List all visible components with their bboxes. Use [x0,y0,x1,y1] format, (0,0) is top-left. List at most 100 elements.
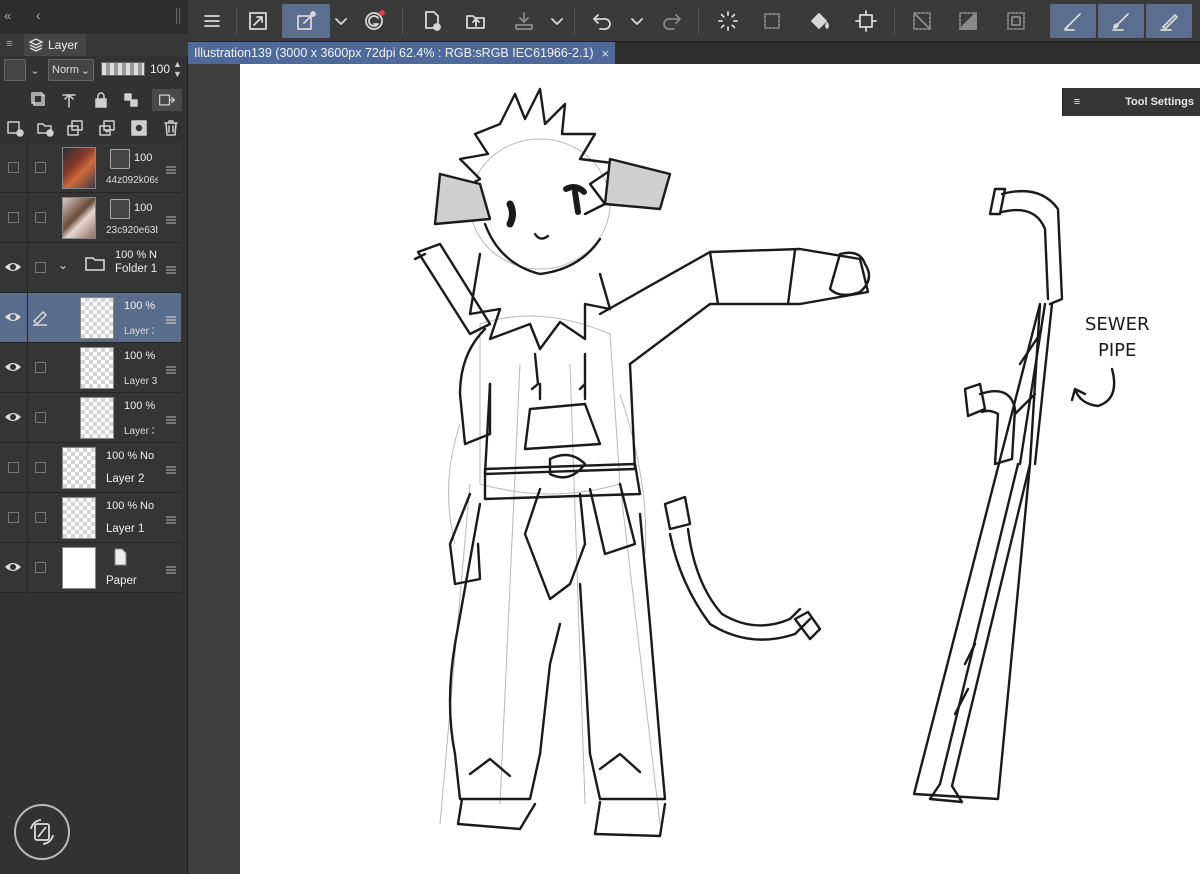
eye-icon[interactable] [4,310,22,324]
pen-tool-icon[interactable] [1050,4,1096,38]
opacity-value[interactable]: 100 [150,62,170,76]
toolbar-divider [574,8,575,34]
tail-pipe [663,495,822,641]
collapse-panel-icon[interactable]: « [4,8,11,23]
edit-target-toggle[interactable] [35,162,46,173]
close-tab-icon[interactable]: × [602,46,610,61]
folder-row[interactable]: ⌄ 100 % N Folder 1 [0,243,181,293]
layer-menu-icon[interactable] [166,512,176,524]
layer-menu-icon[interactable] [166,362,176,374]
visibility-toggle[interactable] [8,212,19,223]
layer-opacity: 100 % [115,249,147,261]
selection-icon[interactable] [754,4,790,38]
chevron-down-icon[interactable] [546,4,568,38]
eye-icon[interactable] [4,360,22,374]
edit-target-toggle[interactable] [35,412,46,423]
tool-settings-panel[interactable]: ≡ Tool Settings [1062,88,1200,116]
tab-layer-label: Layer [48,38,79,52]
lock-icon[interactable] [90,89,112,111]
edit-target-toggle[interactable] [35,212,46,223]
sync-icon [30,819,54,845]
canvas-area[interactable]: SEWER PIPE [188,64,1200,874]
fit-canvas-icon[interactable] [240,4,276,38]
layer-menu-icon[interactable] [166,262,176,274]
chevron-down-icon[interactable] [330,4,352,38]
new-file-icon[interactable] [414,4,450,38]
layer-color-swatch[interactable] [4,59,26,81]
visibility-toggle[interactable] [8,462,19,473]
layer-row-selected[interactable]: 100 % Layer 3 [0,293,181,343]
layer-menu-icon[interactable] [166,462,176,474]
brush-tool-icon[interactable] [1098,4,1144,38]
opacity-stepper-icon[interactable]: ▲ ▼ [173,59,182,79]
pencil-tool-icon[interactable] [1146,4,1192,38]
edit-target-toggle[interactable] [35,262,46,273]
tab-layer[interactable]: Layer [24,34,87,56]
delete-layer-icon[interactable] [160,117,182,139]
main-toolbar [188,0,1200,42]
opacity-slider[interactable] [101,62,145,76]
undo-icon[interactable] [584,4,620,38]
layer-menu-icon[interactable] [166,412,176,424]
open-file-icon[interactable] [458,4,494,38]
layer-name: Layer 3 [124,426,154,437]
edit-layer-icon[interactable] [282,4,330,38]
layer-row[interactable]: 100 % Nor Layer 2 [0,443,181,493]
edit-target-toggle[interactable] [35,512,46,523]
layer-menu-icon[interactable] [166,312,176,324]
layer-menu-icon[interactable] [166,162,176,174]
mask-enable-icon[interactable] [152,89,182,111]
menu-icon[interactable] [194,4,230,38]
redo-icon[interactable] [654,4,690,38]
eye-icon[interactable] [4,260,22,274]
fill-icon[interactable] [802,4,838,38]
layer-menu-icon[interactable] [166,562,176,574]
companion-mode-button[interactable] [14,804,70,860]
edit-target-toggle[interactable] [35,362,46,373]
edit-target-toggle[interactable] [35,562,46,573]
chevron-left-icon[interactable]: ‹ [36,7,41,23]
layer-row[interactable]: 100 % Layer 3 [0,393,181,443]
visibility-toggle[interactable] [8,512,19,523]
companion-icon[interactable] [356,4,392,38]
transform-icon[interactable] [848,4,884,38]
layer-mask-icon[interactable] [128,117,150,139]
panel-grip-icon[interactable] [176,8,180,24]
layer-name: Layer 2 [106,473,145,485]
pen-edit-icon[interactable] [31,309,49,327]
merge-layer-icon[interactable] [96,117,118,139]
layer-menu-icon[interactable] [166,212,176,224]
save-icon[interactable] [506,4,542,38]
chevron-down-icon[interactable]: ⌄ [28,59,42,81]
new-folder-icon[interactable] [34,117,56,139]
lock-transparency-icon[interactable] [120,89,142,111]
edit-target-toggle[interactable] [35,462,46,473]
layer-thumbnail [62,197,96,239]
layer-thumbnail [80,347,114,389]
invert-selection-icon[interactable] [950,4,986,38]
document-tab[interactable]: Illustration139 (3000 x 3600px 72dpi 62.… [188,42,616,64]
paper-row[interactable]: Paper [0,543,181,593]
chevron-down-icon[interactable]: ⌄ [58,258,68,272]
layer-row[interactable]: 100 % Layer 3 [0,343,181,393]
layer-row[interactable]: 100 % Nor Layer 1 [0,493,181,543]
eye-icon[interactable] [4,410,22,424]
clear-selection-icon[interactable] [904,4,940,38]
blend-mode-select[interactable]: Norm ⌄ [48,59,94,81]
panel-menu-icon[interactable]: ≡ [6,38,12,50]
transfer-layer-icon[interactable] [64,117,86,139]
app-window: « ‹ ≡ Layer ⌄ Norm ⌄ 100 ▲ ▼ 100 44z092k… [0,0,1200,874]
visibility-toggle[interactable] [8,162,19,173]
layer-row[interactable]: 100 % 44z092k06s [0,143,181,193]
select-all-icon[interactable] [998,4,1034,38]
eye-icon[interactable] [4,560,22,574]
new-raster-layer-icon[interactable] [4,117,26,139]
chevron-down-icon[interactable] [626,4,648,38]
clip-layer-icon[interactable] [28,89,50,111]
panel-menu-icon[interactable]: ≡ [1063,96,1091,108]
reference-layer-icon[interactable] [58,89,80,111]
drawing-canvas[interactable]: SEWER PIPE [240,64,1200,874]
layer-row[interactable]: 100 % 23c920e63b [0,193,181,243]
layer-blend: Nor [140,500,154,512]
column-divider [27,493,28,543]
